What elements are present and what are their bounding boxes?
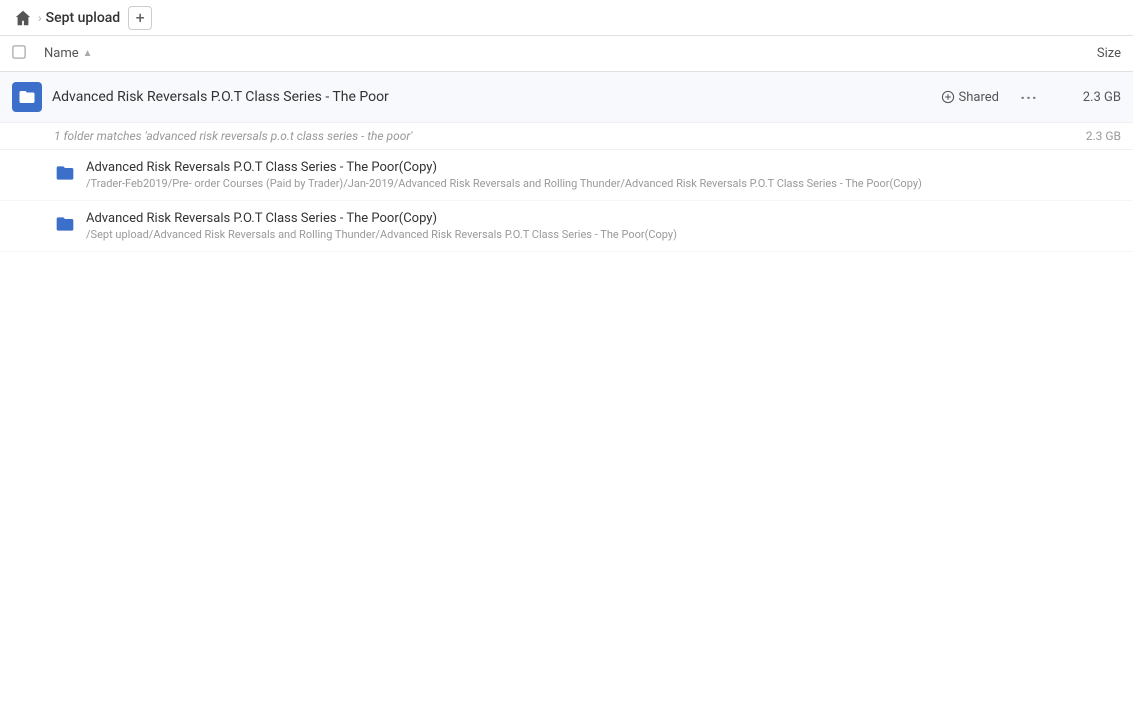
shared-badge: Shared — [941, 90, 999, 105]
match-info-text: 1 folder matches 'advanced risk reversal… — [54, 129, 1051, 143]
match-info-size: 2.3 GB — [1051, 129, 1121, 143]
match-info-row: 1 folder matches 'advanced risk reversal… — [0, 123, 1133, 150]
folder-icon — [54, 213, 76, 235]
size-column-header: Size — [1041, 46, 1121, 61]
more-options-button[interactable]: ··· — [1015, 83, 1043, 111]
folder-path: /Sept upload/Advanced Risk Reversals and… — [86, 228, 677, 241]
folder-path: /Trader-Feb2019/Pre- order Courses (Paid… — [86, 177, 922, 190]
select-all-checkbox[interactable] — [12, 45, 32, 63]
folder-info: Advanced Risk Reversals P.O.T Class Seri… — [86, 160, 922, 190]
main-result-row[interactable]: Advanced Risk Reversals P.O.T Class Seri… — [0, 72, 1133, 123]
result-size: 2.3 GB — [1051, 90, 1121, 105]
sort-icon: ▲ — [83, 48, 93, 59]
sub-folder-row[interactable]: Advanced Risk Reversals P.O.T Class Seri… — [0, 150, 1133, 201]
add-button[interactable]: + — [128, 6, 152, 30]
folder-name: Advanced Risk Reversals P.O.T Class Seri… — [86, 211, 677, 226]
sub-folders-list: Advanced Risk Reversals P.O.T Class Seri… — [0, 150, 1133, 252]
name-column-header[interactable]: Name ▲ — [44, 46, 1041, 61]
result-folder-name: Advanced Risk Reversals P.O.T Class Seri… — [52, 89, 941, 105]
sub-folder-row[interactable]: Advanced Risk Reversals P.O.T Class Seri… — [0, 201, 1133, 252]
result-folder-icon — [12, 82, 42, 112]
folder-name: Advanced Risk Reversals P.O.T Class Seri… — [86, 160, 922, 175]
folder-icon — [54, 162, 76, 184]
breadcrumb-bar: › Sept upload + — [0, 0, 1133, 36]
home-icon[interactable] — [12, 7, 34, 29]
folder-info: Advanced Risk Reversals P.O.T Class Seri… — [86, 211, 677, 241]
breadcrumb-separator: › — [38, 11, 42, 25]
breadcrumb-title: Sept upload — [46, 10, 121, 26]
column-header-row: Name ▲ Size — [0, 36, 1133, 72]
